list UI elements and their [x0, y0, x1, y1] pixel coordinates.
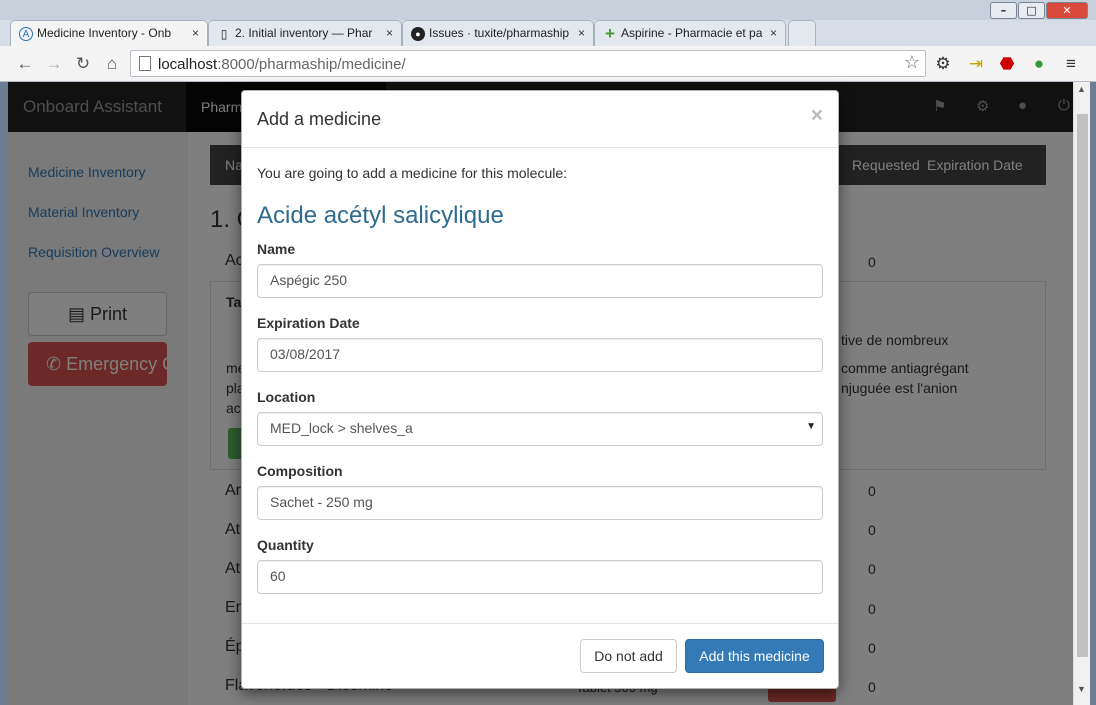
location-select[interactable]: MED_lock > shelves_a ▼	[257, 412, 823, 446]
close-icon[interactable]: ×	[811, 104, 823, 128]
tab-close-icon[interactable]: ×	[192, 21, 199, 46]
address-bar[interactable]: localhost:8000/pharmaship/medicine/ ☆	[130, 50, 926, 77]
page-icon	[139, 56, 151, 71]
new-tab-button[interactable]	[788, 20, 816, 46]
do-not-add-button[interactable]: Do not add	[580, 639, 677, 673]
url-text: localhost:8000/pharmaship/medicine/	[158, 56, 406, 73]
quantity-input[interactable]: 60	[257, 560, 823, 594]
modal-footer: Do not add Add this medicine	[242, 623, 838, 688]
scroll-down-arrow-icon[interactable]: ▼	[1077, 684, 1086, 694]
composition-value: Sachet - 250 mg	[270, 494, 373, 510]
tab-close-icon[interactable]: ×	[578, 21, 585, 46]
composition-input[interactable]: Sachet - 250 mg	[257, 486, 823, 520]
name-value: Aspégic 250	[270, 272, 348, 288]
scrollbar-thumb[interactable]	[1077, 114, 1088, 657]
tab-close-icon[interactable]: ×	[770, 21, 777, 46]
tab-initial-inventory[interactable]: ▯ 2. Initial inventory — Phar ×	[208, 20, 402, 46]
bookmark-star-icon[interactable]: ☆	[904, 52, 920, 73]
tab-title: Medicine Inventory - Onb	[37, 26, 172, 40]
home-icon[interactable]: ⌂	[101, 53, 123, 75]
document-icon: ▯	[220, 27, 228, 41]
quantity-label: Quantity	[257, 537, 314, 553]
modal-intro-text: You are going to add a medicine for this…	[257, 165, 568, 181]
window-close-button[interactable]: ✕	[1046, 2, 1088, 19]
minimize-button[interactable]: –	[990, 2, 1017, 19]
chevron-down-icon: ▼	[806, 421, 816, 432]
tab-title: Issues · tuxite/pharmaship	[429, 26, 570, 40]
window-border	[1090, 82, 1096, 705]
expiration-date-value: 03/08/2017	[270, 346, 341, 362]
add-medicine-modal: Add a medicine × You are going to add a …	[241, 90, 839, 689]
browser-chrome: – □ ✕ A Medicine Inventory - Onb × ▯ 2. …	[0, 0, 1096, 82]
add-this-medicine-button[interactable]: Add this medicine	[685, 639, 824, 673]
location-label: Location	[257, 389, 316, 405]
browser-toolbar: ← → ↻ ⌂ localhost:8000/pharmaship/medici…	[0, 46, 1096, 82]
location-value: MED_lock > shelves_a	[270, 420, 413, 436]
github-icon: ●	[411, 27, 425, 41]
adblock-icon[interactable]: ⬣	[996, 53, 1018, 75]
leaf-icon[interactable]: ●	[1028, 53, 1050, 75]
expiration-date-label: Expiration Date	[257, 315, 360, 331]
page-scrollbar[interactable]: ▲ ▼	[1073, 82, 1090, 705]
extension-icon[interactable]: ⇥	[965, 53, 987, 75]
back-arrow-icon[interactable]: ←	[14, 53, 36, 75]
molecule-name: Acide acétyl salicylique	[257, 202, 504, 229]
tab-title: Aspirine - Pharmacie et pa	[621, 26, 763, 40]
scroll-up-arrow-icon[interactable]: ▲	[1077, 84, 1086, 94]
expiration-date-input[interactable]: 03/08/2017	[257, 338, 823, 372]
name-input[interactable]: Aspégic 250	[257, 264, 823, 298]
window-titlebar: – □ ✕	[0, 0, 1096, 20]
menu-icon[interactable]: ≡	[1060, 53, 1082, 75]
tab-close-icon[interactable]: ×	[386, 21, 393, 46]
app-icon: A	[19, 27, 33, 41]
modal-title: Add a medicine	[257, 109, 382, 129]
tab-issues[interactable]: ● Issues · tuxite/pharmaship ×	[402, 20, 594, 46]
composition-label: Composition	[257, 463, 343, 479]
tab-title: 2. Initial inventory — Phar	[235, 26, 373, 40]
quantity-value: 60	[270, 568, 286, 584]
maximize-button[interactable]: □	[1018, 2, 1045, 19]
tab-aspirine[interactable]: + Aspirine - Pharmacie et pa ×	[594, 20, 786, 46]
tab-medicine-inventory[interactable]: A Medicine Inventory - Onb ×	[10, 20, 208, 46]
reload-icon[interactable]: ↻	[72, 53, 94, 75]
name-label: Name	[257, 241, 296, 257]
forward-arrow-icon[interactable]: →	[43, 53, 65, 75]
gear-icon[interactable]: ⚙	[932, 53, 954, 75]
modal-header: Add a medicine ×	[242, 91, 838, 148]
green-cross-icon: +	[605, 24, 615, 43]
